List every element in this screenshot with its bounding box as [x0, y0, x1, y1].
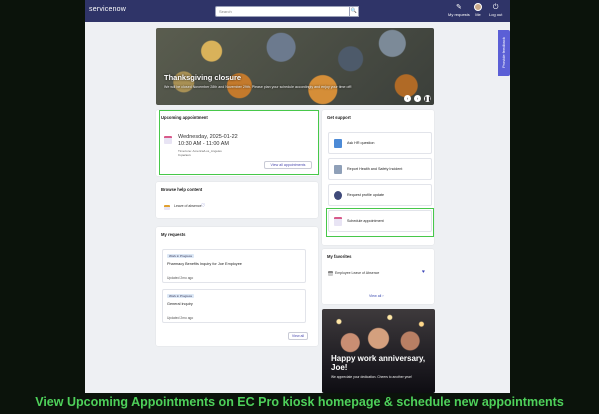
power-icon: ⏻ — [492, 4, 499, 11]
user-menu[interactable]: Me — [474, 3, 482, 17]
help-item-leave[interactable]: Leave of absence — [174, 204, 202, 208]
my-requests-link[interactable]: ✎ My requests — [448, 3, 470, 17]
appointment-highlight — [159, 110, 319, 175]
browse-help-card: Browse help content Leave of absence ♡ — [156, 182, 318, 218]
previous-icon[interactable]: ‹ — [404, 95, 411, 102]
status-badge: Work in Progress — [167, 294, 194, 298]
profile-icon — [334, 191, 342, 200]
announcement-banner[interactable]: Thanksgiving closure We will be closed N… — [156, 28, 434, 105]
view-all-favorites-label: View all — [369, 294, 382, 298]
search-input[interactable]: Search — [215, 6, 359, 17]
request-title: Pharmacy Benefits Inquiry for Joe Employ… — [167, 262, 242, 266]
favorite-icon[interactable]: ♡ — [201, 203, 205, 209]
status-badge: Work in Progress — [167, 254, 194, 258]
schedule-highlight — [326, 208, 434, 237]
folder-icon — [164, 205, 170, 210]
user-menu-label: Me — [475, 12, 481, 17]
view-all-requests-button[interactable]: View all — [288, 332, 308, 340]
support-item-label: Ask HR question — [347, 141, 375, 145]
request-updated: Updated 2mo ago — [167, 276, 194, 280]
pause-icon[interactable]: ❚❚ — [424, 95, 432, 102]
search-button[interactable]: 🔍 — [349, 6, 359, 17]
document-icon — [328, 271, 333, 276]
top-navigation-bar: servicenow Search 🔍 ✎ My requests Me ⏻ L… — [85, 0, 510, 22]
portal-window: servicenow Search 🔍 ✎ My requests Me ⏻ L… — [85, 0, 510, 393]
request-item[interactable]: Work in Progress General inquiry Updated… — [162, 289, 306, 323]
request-item[interactable]: Work in Progress Pharmacy Benefits Inqui… — [162, 249, 306, 283]
request-updated: Updated 2mo ago — [167, 316, 194, 320]
view-all-favorites-link[interactable]: View all › — [369, 294, 384, 298]
logout-label: Log out — [489, 12, 503, 17]
work-anniversary-card: Happy work anniversary, Joe! We apprecia… — [322, 309, 435, 393]
help-card-title: Browse help content — [161, 187, 203, 192]
video-caption: View Upcoming Appointments on EC Pro kio… — [35, 395, 564, 409]
edit-icon: ✎ — [455, 4, 462, 11]
support-item-label: Request profile update — [347, 193, 385, 197]
servicenow-logo[interactable]: servicenow — [89, 6, 126, 13]
chevron-right-icon: › — [382, 294, 384, 298]
next-icon[interactable]: › — [414, 95, 421, 102]
requests-card-title: My requests — [161, 232, 186, 237]
anniversary-title: Happy work anniversary, Joe! — [331, 354, 426, 372]
carousel-dots[interactable] — [289, 97, 297, 105]
my-requests-label: My requests — [448, 12, 470, 17]
my-favorites-card: My favorites Employee Leave of Absence ♥… — [322, 249, 434, 304]
provide-feedback-tab[interactable]: Provide feedback — [498, 30, 510, 76]
my-requests-card: My requests Work in Progress Pharmacy Be… — [156, 227, 318, 346]
logout-link[interactable]: ⏻ Log out — [489, 3, 502, 17]
favorites-card-title: My favorites — [327, 254, 352, 259]
support-item-profile-update[interactable]: Request profile update — [328, 184, 432, 206]
support-item-report-incident[interactable]: Report Health and Safety Incident — [328, 158, 432, 180]
clipboard-icon — [334, 165, 342, 174]
heart-icon[interactable]: ♥ — [422, 269, 425, 275]
request-title: General inquiry — [167, 302, 193, 306]
support-item-ask-hr[interactable]: Ask HR question — [328, 132, 432, 154]
avatar — [474, 3, 482, 11]
banner-title: Thanksgiving closure — [164, 73, 242, 82]
banner-text: We will be closed November 28th and Nove… — [164, 85, 352, 89]
support-item-label: Report Health and Safety Incident — [347, 167, 403, 171]
favorite-item-leave[interactable]: Employee Leave of Absence — [335, 271, 379, 275]
chat-icon — [334, 139, 342, 148]
support-card-title: Get support — [327, 115, 351, 120]
anniversary-text: We appreciate your dedication. Cheers to… — [331, 375, 412, 379]
